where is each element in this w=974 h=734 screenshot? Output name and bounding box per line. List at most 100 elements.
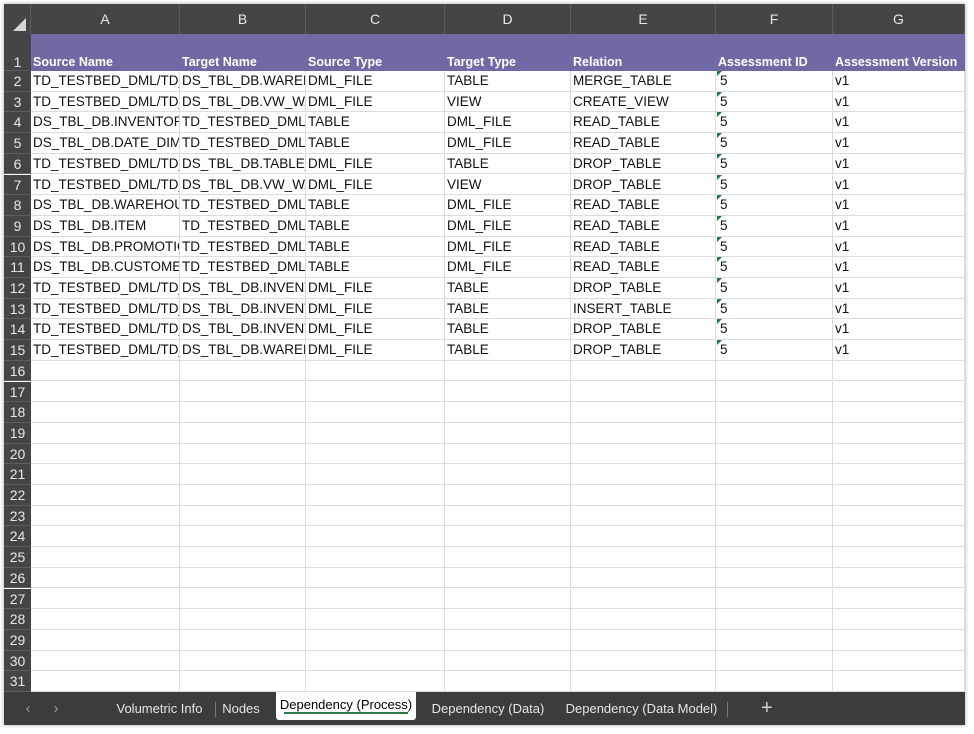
cell-d9[interactable]: DML_FILE [445, 215, 571, 237]
empty-cell[interactable] [306, 547, 445, 568]
empty-cell[interactable] [571, 402, 716, 423]
empty-cell[interactable] [31, 526, 180, 548]
cell-a8[interactable]: DS_TBL_DB.WAREHOUSE [31, 195, 180, 216]
empty-cell[interactable] [571, 671, 716, 692]
cell-f9[interactable]: 5 [716, 215, 833, 237]
column-header-e[interactable]: E [571, 4, 716, 34]
empty-cell[interactable] [445, 609, 571, 630]
empty-cell[interactable] [31, 422, 180, 444]
cell-c12[interactable]: DML_FILE [306, 278, 445, 299]
cell-e2[interactable]: MERGE_TABLE [571, 71, 716, 92]
empty-cell[interactable] [180, 485, 306, 506]
empty-cell[interactable] [31, 381, 180, 403]
cell-g14[interactable]: v1 [833, 319, 965, 341]
number-as-text-warning-icon[interactable] [717, 174, 722, 180]
cell-b7[interactable]: DS_TBL_DB.VW_WA [180, 174, 306, 196]
empty-cell[interactable] [180, 609, 306, 630]
empty-cell[interactable] [180, 650, 306, 672]
empty-cell[interactable] [180, 360, 306, 382]
empty-cell[interactable] [716, 464, 833, 485]
cell-g10[interactable]: v1 [833, 236, 965, 258]
empty-cell[interactable] [445, 650, 571, 672]
cell-a5[interactable]: DS_TBL_DB.DATE_DIM [31, 133, 180, 154]
cell-c11[interactable]: TABLE [306, 257, 445, 278]
empty-cell[interactable] [571, 422, 716, 444]
empty-cell[interactable] [716, 360, 833, 382]
row-header-4[interactable]: 4 [4, 112, 31, 134]
number-as-text-warning-icon[interactable] [717, 340, 722, 346]
empty-cell[interactable] [306, 485, 445, 506]
empty-cell[interactable] [571, 443, 716, 465]
number-as-text-warning-icon[interactable] [717, 257, 722, 263]
cell-g2[interactable]: v1 [833, 71, 965, 92]
row-header-1[interactable]: 1 [4, 34, 31, 71]
row-header-12[interactable]: 12 [4, 278, 31, 299]
sheet-tab-dependency-data[interactable]: Dependency (Data) [424, 692, 552, 725]
empty-cell[interactable] [445, 360, 571, 382]
cell-c7[interactable]: DML_FILE [306, 174, 445, 196]
number-as-text-warning-icon[interactable] [717, 195, 722, 201]
header-cell-d[interactable]: Target Type [445, 34, 571, 71]
empty-cell[interactable] [306, 609, 445, 630]
empty-cell[interactable] [31, 505, 180, 527]
row-header-2[interactable]: 2 [4, 71, 31, 92]
cell-c8[interactable]: TABLE [306, 195, 445, 216]
cell-a15[interactable]: TD_TESTBED_DML/TD_TE [31, 340, 180, 361]
cell-f4[interactable]: 5 [716, 112, 833, 134]
cell-b6[interactable]: DS_TBL_DB.TABLE_T [180, 153, 306, 175]
row-header-3[interactable]: 3 [4, 91, 31, 113]
empty-cell[interactable] [31, 650, 180, 672]
empty-cell[interactable] [833, 547, 965, 568]
cell-f7[interactable]: 5 [716, 174, 833, 196]
cell-d12[interactable]: TABLE [445, 278, 571, 299]
empty-cell[interactable] [716, 567, 833, 589]
cell-f5[interactable]: 5 [716, 133, 833, 154]
cell-d5[interactable]: DML_FILE [445, 133, 571, 154]
cell-c4[interactable]: TABLE [306, 112, 445, 134]
empty-cell[interactable] [716, 629, 833, 651]
cell-a4[interactable]: DS_TBL_DB.INVENTORY [31, 112, 180, 134]
empty-cell[interactable] [306, 422, 445, 444]
cell-c14[interactable]: DML_FILE [306, 319, 445, 341]
cell-e10[interactable]: READ_TABLE [571, 236, 716, 258]
empty-cell[interactable] [306, 526, 445, 548]
empty-cell[interactable] [31, 402, 180, 423]
cell-f14[interactable]: 5 [716, 319, 833, 341]
empty-cell[interactable] [571, 567, 716, 589]
column-header-g[interactable]: G [833, 4, 965, 34]
empty-cell[interactable] [833, 588, 965, 610]
empty-cell[interactable] [31, 360, 180, 382]
row-header-22[interactable]: 22 [4, 485, 31, 506]
empty-cell[interactable] [571, 609, 716, 630]
cell-a3[interactable]: TD_TESTBED_DML/TD_TE [31, 91, 180, 113]
empty-cell[interactable] [31, 443, 180, 465]
next-sheet-button[interactable]: › [46, 692, 66, 725]
empty-cell[interactable] [180, 505, 306, 527]
empty-cell[interactable] [31, 547, 180, 568]
cell-b8[interactable]: TD_TESTBED_DML/T [180, 195, 306, 216]
header-cell-a[interactable]: Source Name [31, 34, 180, 71]
empty-cell[interactable] [571, 464, 716, 485]
empty-cell[interactable] [833, 609, 965, 630]
cell-a13[interactable]: TD_TESTBED_DML/TD_TE [31, 298, 180, 320]
empty-cell[interactable] [716, 609, 833, 630]
empty-cell[interactable] [31, 588, 180, 610]
cell-c2[interactable]: DML_FILE [306, 71, 445, 92]
number-as-text-warning-icon[interactable] [717, 153, 722, 159]
empty-cell[interactable] [716, 381, 833, 403]
empty-cell[interactable] [31, 485, 180, 506]
cell-g4[interactable]: v1 [833, 112, 965, 134]
cell-e3[interactable]: CREATE_VIEW [571, 91, 716, 113]
cell-e15[interactable]: DROP_TABLE [571, 340, 716, 361]
cell-g3[interactable]: v1 [833, 91, 965, 113]
cell-b9[interactable]: TD_TESTBED_DML/T [180, 215, 306, 237]
cell-g13[interactable]: v1 [833, 298, 965, 320]
number-as-text-warning-icon[interactable] [717, 71, 722, 76]
cell-b4[interactable]: TD_TESTBED_DML/T [180, 112, 306, 134]
empty-cell[interactable] [445, 588, 571, 610]
empty-cell[interactable] [445, 422, 571, 444]
empty-cell[interactable] [833, 629, 965, 651]
row-header-15[interactable]: 15 [4, 340, 31, 361]
empty-cell[interactable] [180, 547, 306, 568]
cell-g15[interactable]: v1 [833, 340, 965, 361]
